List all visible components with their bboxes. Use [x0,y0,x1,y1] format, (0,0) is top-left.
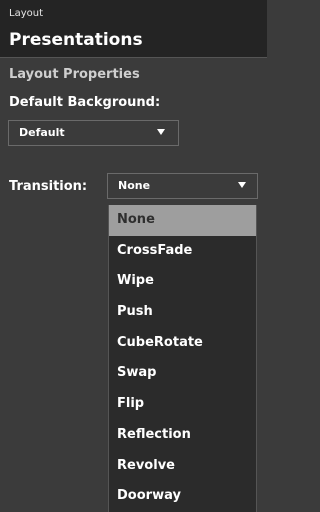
transition-option-selected[interactable]: None [109,205,256,236]
transition-value: None [118,179,151,192]
chevron-down-icon [238,182,246,188]
transition-option[interactable]: Push [109,297,256,328]
transition-option[interactable]: Reflection [109,420,256,451]
transition-option[interactable]: CrossFade [109,236,256,267]
default-background-value: Default [19,126,65,139]
panel-header: Layout Presentations [0,0,267,57]
header-divider [0,57,267,58]
default-background-select[interactable]: Default [8,120,179,146]
transition-select[interactable]: None [107,173,258,199]
section-heading: Layout Properties [9,67,140,82]
default-background-label: Default Background: [9,95,161,110]
context-label: Layout [9,8,43,19]
chevron-down-icon [157,129,165,135]
transition-option[interactable]: Wipe [109,266,256,297]
transition-option[interactable]: Swap [109,358,256,389]
transition-option[interactable]: Flip [109,389,256,420]
transition-label: Transition: [9,179,88,194]
transition-option[interactable]: CubeRotate [109,328,256,359]
transition-option[interactable]: Doorway [109,481,256,512]
transition-option[interactable]: Revolve [109,451,256,482]
transition-dropdown-list: None CrossFade Wipe Push CubeRotate Swap… [108,205,257,512]
panel-title: Presentations [9,30,143,50]
